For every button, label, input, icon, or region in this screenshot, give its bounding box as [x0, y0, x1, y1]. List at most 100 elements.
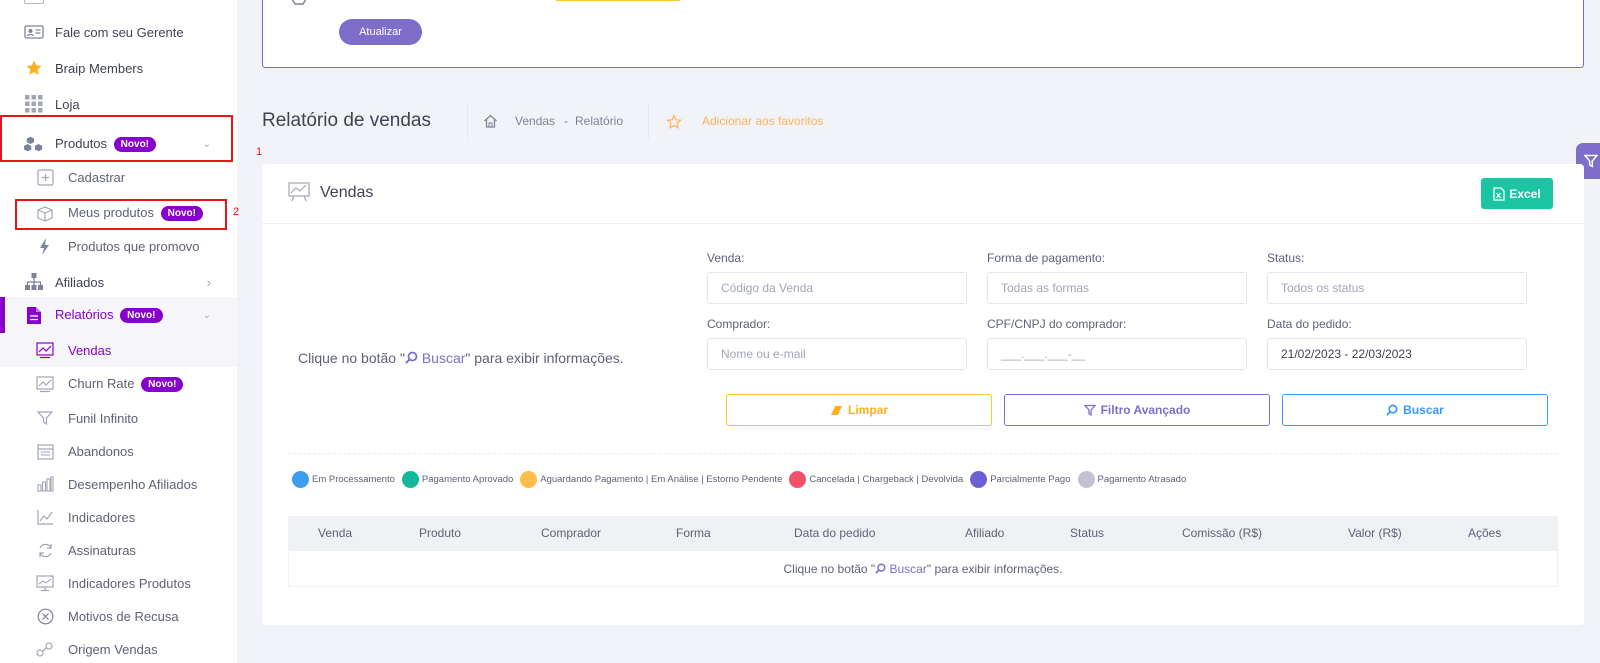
- column-header-comissao[interactable]: Comissão (R$): [1182, 526, 1262, 540]
- sidebar-item-vendas[interactable]: Vendas: [0, 333, 237, 367]
- document-icon: [24, 305, 44, 325]
- table-empty-link: Buscar: [889, 561, 927, 576]
- sidebar: Fale com seu Gerente Braip Members Loja …: [0, 0, 237, 663]
- sidebar-item-produtos-que-promovo[interactable]: Produtos que promovo: [0, 229, 237, 263]
- sidebar-item-abandonos[interactable]: Abandonos: [0, 434, 237, 468]
- order-date-range-input[interactable]: 21/02/2023 - 22/03/2023: [1267, 338, 1527, 370]
- sidebar-item-label: Indicadores Produtos: [68, 575, 191, 591]
- legend-dot: [520, 471, 538, 488]
- table-empty-row: Clique no botão " Buscar " para exibir in…: [288, 551, 1558, 587]
- sidebar-item-cadastrar[interactable]: Cadastrar: [0, 160, 237, 194]
- status-select[interactable]: Todos os status: [1267, 272, 1527, 304]
- sidebar-item-label: Relatórios Novo!: [55, 307, 163, 323]
- breadcrumb-vendas[interactable]: Vendas: [515, 114, 555, 128]
- clear-button[interactable]: Limpar: [726, 394, 992, 426]
- legend-item: Cancelada | Chargeback | Devolvida: [789, 471, 963, 488]
- search-icon: [1386, 404, 1398, 416]
- search-button-label: Buscar: [1403, 403, 1444, 417]
- sidebar-item-label: Loja: [55, 96, 80, 112]
- sidebar-item-braip-members[interactable]: Braip Members: [0, 51, 237, 85]
- sidebar-item-relatorios[interactable]: Relatórios Novo! ⌄: [0, 297, 237, 333]
- funnel-icon: [36, 409, 54, 427]
- sidebar-item-label: Vendas: [68, 342, 112, 358]
- export-excel-button[interactable]: Excel: [1481, 178, 1553, 209]
- sidebar-item-label: Motivos de Recusa: [68, 608, 179, 624]
- cpf-cnpj-label: CPF/CNPJ do comprador:: [987, 317, 1127, 331]
- network-icon: [24, 272, 44, 292]
- excel-file-icon: [1493, 186, 1505, 201]
- sidebar-item-indicadores[interactable]: Indicadores: [0, 500, 237, 534]
- status-badge: [556, 0, 680, 1]
- buyer-input[interactable]: Nome ou e-mail: [707, 338, 967, 370]
- sidebar-item-label: Churn Rate Novo!: [68, 376, 184, 392]
- refresh-icon: [36, 541, 54, 559]
- funnel-icon: [1584, 154, 1598, 168]
- chart-line-icon: [36, 341, 54, 359]
- legend-dot: [970, 471, 988, 488]
- update-button[interactable]: Atualizar: [339, 19, 422, 45]
- column-header-venda[interactable]: Venda: [318, 526, 352, 540]
- sidebar-item-afiliados[interactable]: Afiliados ›: [0, 265, 237, 299]
- new-badge: Novo!: [120, 308, 163, 323]
- column-header-data-pedido[interactable]: Data do pedido: [794, 526, 875, 540]
- search-icon: [875, 563, 886, 574]
- favorite-star-icon[interactable]: [666, 114, 682, 135]
- column-header-produto[interactable]: Produto: [419, 526, 461, 540]
- grid-icon: [24, 94, 44, 114]
- clear-button-label: Limpar: [847, 403, 888, 417]
- legend-item: Em Processamento: [292, 471, 395, 488]
- origin-icon: [36, 640, 54, 658]
- status-label: Status:: [1267, 251, 1305, 265]
- lightning-icon: [36, 237, 54, 255]
- legend-dot: [292, 471, 309, 488]
- page-title: Relatório de vendas: [262, 110, 431, 131]
- id-card-icon: [24, 22, 44, 42]
- new-badge: Novo!: [141, 377, 184, 392]
- sidebar-item-label: Cadastrar: [68, 169, 126, 185]
- add-to-favorites-link[interactable]: Adicionar aos favoritos: [702, 114, 823, 128]
- sidebar-item-funil-infinito[interactable]: Funil Infinito: [0, 401, 237, 435]
- sidebar-item-label: Indicadores: [68, 509, 136, 525]
- legend-item: Pagamento Aprovado: [401, 471, 513, 488]
- venda-code-input[interactable]: Código da Venda: [707, 272, 967, 304]
- column-header-forma[interactable]: Forma: [676, 526, 711, 540]
- annotation-number-1: 1: [256, 146, 263, 158]
- column-header-afiliado[interactable]: Afiliado: [965, 526, 1004, 540]
- sidebar-item-churn-rate[interactable]: Churn Rate Novo!: [0, 367, 237, 401]
- sidebar-item-motivos-de-recusa[interactable]: Motivos de Recusa: [0, 599, 237, 633]
- search-button[interactable]: Buscar: [1282, 394, 1548, 426]
- column-header-valor[interactable]: Valor (R$): [1348, 526, 1402, 540]
- divider: [288, 453, 1558, 454]
- legend-item: Parcialmente Pago: [970, 471, 1071, 488]
- star-icon: [24, 58, 44, 78]
- x-circle-icon: [36, 607, 54, 625]
- column-header-acoes: Ações: [1468, 526, 1502, 540]
- sidebar-item-label: Braip Members: [55, 60, 144, 76]
- sidebar-item-desempenho-afiliados[interactable]: Desempenho Afiliados: [0, 467, 237, 501]
- column-header-comprador[interactable]: Comprador: [541, 526, 601, 540]
- funnel-icon: [1083, 404, 1096, 416]
- legend-item: Pagamento Atrasado: [1077, 471, 1186, 488]
- chart-line-icon: [36, 375, 54, 393]
- monitor-chart-icon: [36, 574, 54, 592]
- sidebar-item-origem-vendas[interactable]: Origem Vendas: [0, 632, 237, 663]
- calendar-icon: [36, 442, 54, 460]
- annotation-box-1: [0, 115, 233, 162]
- sidebar-item-assinaturas[interactable]: Assinaturas: [0, 533, 237, 567]
- advanced-filter-button[interactable]: Filtro Avançado: [1004, 394, 1270, 426]
- column-header-status[interactable]: Status: [1070, 526, 1104, 540]
- cpf-cnpj-input[interactable]: ___.___.___-__: [987, 338, 1247, 370]
- sidebar-item-label: Abandonos: [68, 443, 134, 459]
- sidebar-item-fale-com-gerente[interactable]: Fale com seu Gerente: [0, 15, 237, 49]
- card-title: Vendas: [320, 184, 374, 201]
- empty-state-message: Clique no botão " Buscar" para exibir in…: [298, 350, 624, 366]
- legend-dot: [1077, 471, 1095, 488]
- chart-line-icon: [288, 182, 310, 207]
- header-divider: [648, 104, 649, 138]
- chevron-right-icon: ›: [206, 274, 211, 290]
- buyer-label: Comprador:: [707, 317, 771, 331]
- home-icon[interactable]: [483, 114, 498, 133]
- sidebar-item-indicadores-produtos[interactable]: Indicadores Produtos: [0, 566, 237, 600]
- payment-method-select[interactable]: Todas as formas: [987, 272, 1247, 304]
- payment-method-label: Forma de pagamento:: [987, 251, 1106, 265]
